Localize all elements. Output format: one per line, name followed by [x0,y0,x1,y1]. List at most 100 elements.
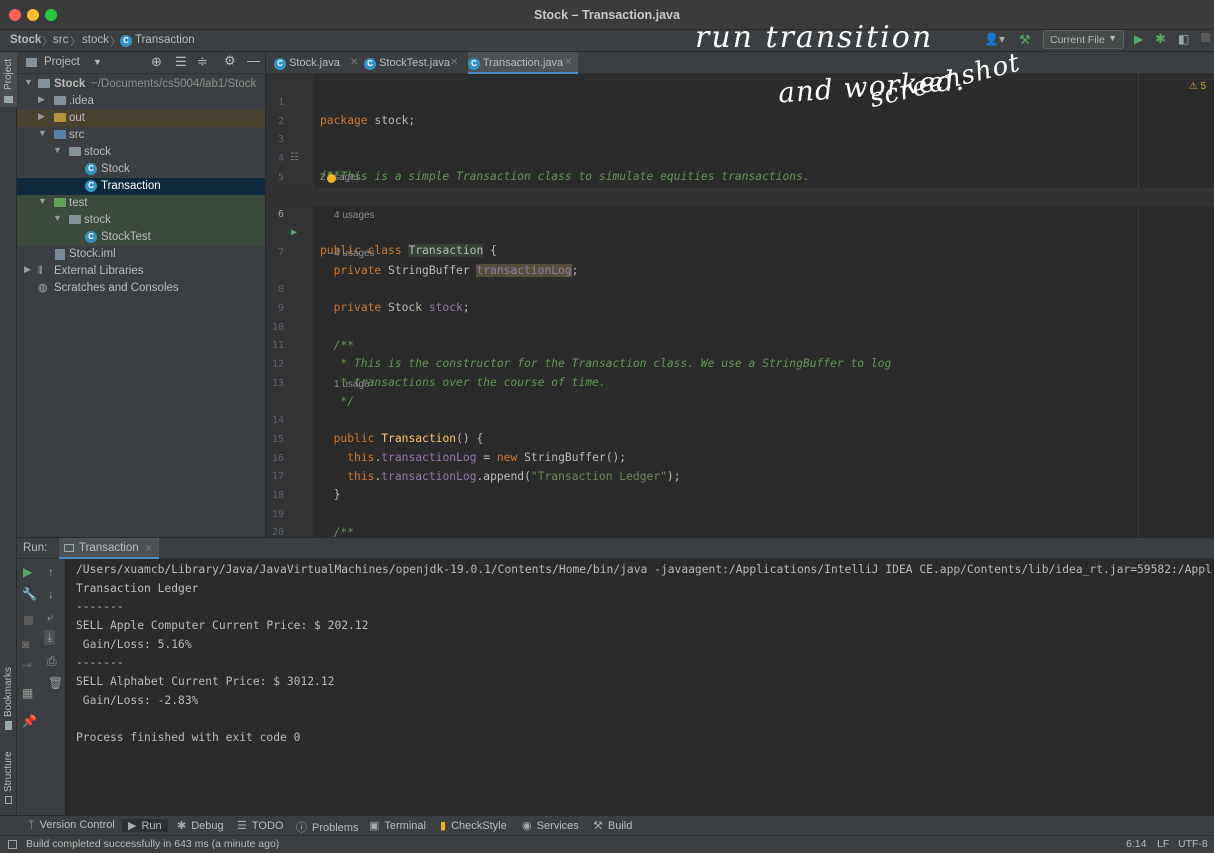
tree-item-test-package[interactable]: ▼ stock [17,212,265,229]
code-line: 15 this.transactionLog = new StringBuffe… [266,413,1214,464]
tool-run[interactable]: ▶ Run [122,819,168,832]
soft-wrap-icon[interactable]: ⤶ [47,610,54,625]
tab-transaction-java[interactable]: C Transaction.java ✕ [468,52,578,74]
tool-version-control[interactable]: ᛘ Version Control [28,819,115,831]
close-icon[interactable]: ✕ [350,57,358,68]
stop-icon[interactable] [24,616,33,625]
bookmarks-tool-button[interactable]: Bookmarks [0,662,17,732]
tree-item-test[interactable]: ▼ test [17,195,265,212]
branch-icon: ᛘ [28,819,35,831]
build-hammer-icon[interactable]: ⚒ [1019,32,1031,50]
usages-label: 4 usages [334,248,375,259]
stop-icon[interactable] [1201,33,1210,42]
code-line: 6 ▶ public class Transaction { [266,188,1214,257]
tree-item-out[interactable]: ▶ out [17,110,265,127]
camera-icon[interactable]: ◙ [22,637,29,651]
tree-item-package-stock[interactable]: ▼ stock [17,144,265,161]
info-icon: ⓘ [296,822,307,834]
tab-label: Stock.java [289,57,340,69]
arrow-up-icon[interactable]: ↑ [48,565,54,579]
tool-build[interactable]: ⚒ Build [593,819,632,832]
trash-icon[interactable]: 🗑 [48,676,63,690]
tool-debug[interactable]: ✱ Debug [177,819,224,832]
run-icon[interactable]: ▶ [1134,32,1143,50]
tree-item-iml[interactable]: Stock.iml [17,246,265,263]
chevron-down-icon: ▼ [38,128,47,138]
arrow-down-icon[interactable]: ↓ [48,587,54,601]
tree-item-stock-class[interactable]: C Stock [17,161,265,178]
folder-icon [54,198,66,207]
rerun-icon[interactable]: ▶ [23,565,32,579]
code-line: 9 [266,282,1214,314]
caret-position[interactable]: 6:14 [1126,838,1146,850]
scroll-to-end-icon[interactable]: ⤓ [44,630,56,645]
breadcrumb-stock[interactable]: stock [82,34,109,46]
code-line: 8 private Stock stock; [266,263,1214,314]
expand-all-icon[interactable]: ☰ [175,54,187,70]
tab-stock-java[interactable]: C Stock.java ✕ [274,52,360,74]
usages-hint[interactable]: 1 usage [334,379,370,393]
wrench-icon[interactable]: 🔧 [22,587,37,601]
list-icon: ☰ [237,820,247,832]
tree-item-src[interactable]: ▼ src [17,127,265,144]
class-icon: C [85,163,97,175]
layout-icon[interactable]: ▦ [22,686,33,700]
console-output[interactable]: /Users/xuamcb/Library/Java/JavaVirtualMa… [66,559,1214,815]
run-tab-transaction[interactable]: Transaction ✕ [59,538,159,559]
tool-todo[interactable]: ☰ TODO [237,819,283,832]
tree-item-external-libraries[interactable]: ▶ ⫴ External Libraries [17,263,265,280]
tool-label: Problems [312,822,359,834]
tree-item-label: Scratches and Consoles [54,282,179,294]
exit-icon[interactable]: ⇥ [22,658,32,672]
tool-checkstyle[interactable]: ▮ CheckStyle [440,819,507,832]
close-icon[interactable]: ✕ [450,57,458,68]
close-icon[interactable]: ✕ [145,543,153,554]
chevron-down-icon: ▼ [24,77,33,87]
print-icon[interactable]: ⎙ [47,654,57,669]
bookmarks-tool-label: Bookmarks [3,666,14,717]
terminal-icon: ▣ [369,820,380,832]
tree-item-idea[interactable]: ▶ .idea [17,93,265,110]
chevron-down-icon[interactable]: ▼ [93,57,102,67]
tree-item-transaction-class[interactable]: C Transaction [17,178,265,195]
debug-icon[interactable]: ✱ [1155,31,1166,49]
title-bar: Stock – Transaction.java [0,0,1214,30]
gear-icon[interactable]: ⚙ [224,53,236,69]
breadcrumb-class[interactable]: C Transaction [120,34,195,47]
project-view-select[interactable]: Project [44,56,80,68]
structure-tool-button[interactable]: Structure [0,747,17,807]
tool-terminal[interactable]: ▣ Terminal [369,819,426,832]
code-editor[interactable]: ⚠ 5 1 package stock; 2 3 ☷ /** 4 * This … [266,74,1214,537]
coverage-icon[interactable]: ◧ [1178,32,1189,50]
close-icon[interactable]: ✕ [564,57,572,68]
tab-stocktest-java[interactable]: C StockTest.java ✕ [364,52,464,74]
tool-problems[interactable]: ⓘ Problems [296,819,358,835]
hide-icon[interactable]: — [247,53,260,68]
status-message[interactable]: Build completed successfully in 643 ms (… [26,838,279,850]
tree-item-scratches[interactable]: ◍ Scratches and Consoles [17,280,265,297]
project-tool-button[interactable]: Project [0,52,17,107]
line-separator[interactable]: LF [1157,838,1169,850]
file-encoding[interactable]: UTF-8 [1178,838,1208,850]
user-icon[interactable]: 👤▾ [984,32,1005,50]
console-line: Gain/Loss: -2.83% [76,694,199,707]
run-configuration-select[interactable]: Current File ▼ [1043,30,1124,49]
pin-icon[interactable]: 📌 [22,714,37,728]
tool-services[interactable]: ◉ Services [522,819,579,832]
status-panel-icon[interactable] [8,840,17,849]
usages-hint[interactable]: 4 usages [334,210,375,224]
folder-icon [4,96,13,103]
tab-label: Transaction.java [482,57,564,69]
tree-item-root[interactable]: ▼ Stock ~/Documents/cs5004/lab1/Stock [17,76,265,93]
tree-item-stocktest-class[interactable]: C StockTest [17,229,265,246]
collapse-all-icon[interactable]: ≑ [197,54,208,70]
breadcrumb-project[interactable]: Stock [10,34,41,46]
breadcrumb-src[interactable]: src [53,34,68,46]
code-line: 18 [266,469,1214,501]
lightbulb-icon[interactable] [327,174,336,183]
locate-icon[interactable]: ⊕ [151,54,162,70]
code-line: 17 } [266,450,1214,501]
run-panel-header: Run: Transaction ✕ [17,537,1214,559]
code-line: 21 * @param stock [266,525,1214,537]
usages-hint[interactable]: 4 usages [334,248,375,262]
